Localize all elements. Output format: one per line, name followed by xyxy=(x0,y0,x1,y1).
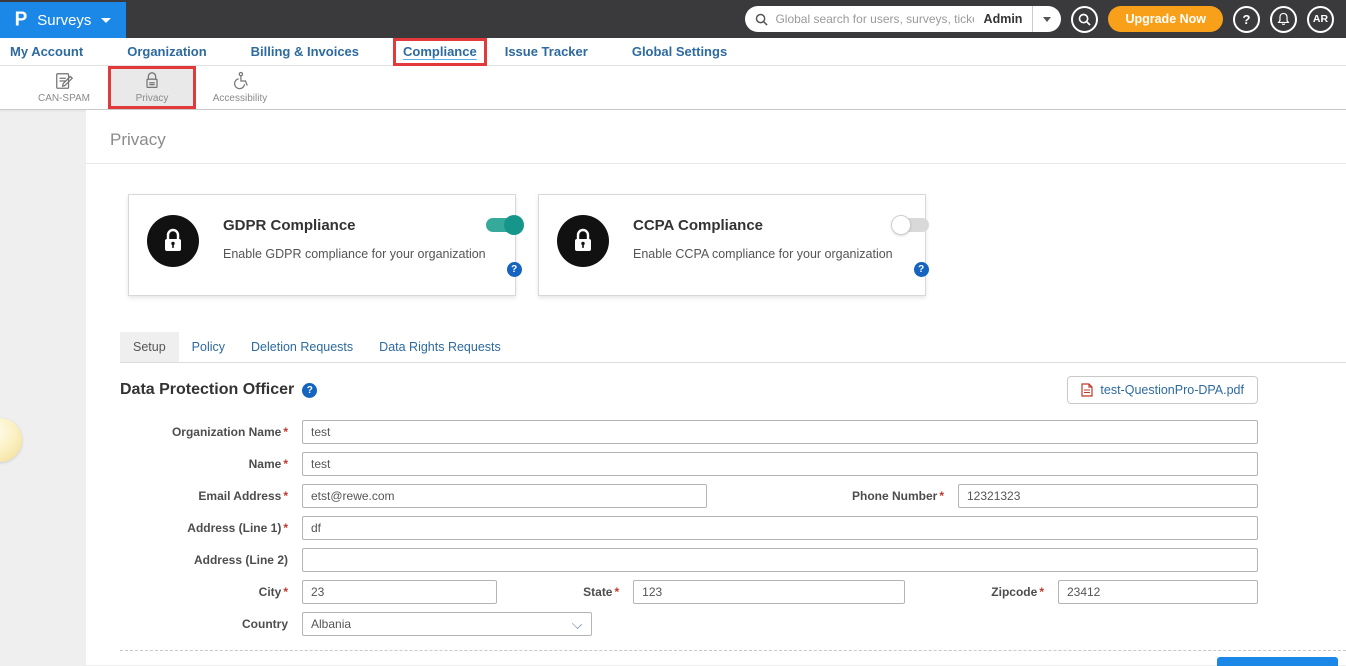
required-marker: * xyxy=(939,489,944,503)
gdpr-card-description: Enable GDPR compliance for your organiza… xyxy=(223,247,486,261)
annotation-box-compliance: Compliance xyxy=(393,38,487,66)
form-footer: Save Changes xyxy=(120,650,1346,666)
pdf-file-icon xyxy=(1081,383,1093,397)
tab-policy[interactable]: Policy xyxy=(179,332,238,362)
required-marker: * xyxy=(283,585,288,599)
search-scope-dropdown[interactable] xyxy=(1033,6,1061,32)
chevron-down-icon xyxy=(1043,17,1051,22)
question-mark-icon: ? xyxy=(1243,12,1251,27)
search-icon xyxy=(1078,13,1091,26)
toolbar-item-label: Privacy xyxy=(136,93,169,104)
privacy-tabs: Setup Policy Deletion Requests Data Righ… xyxy=(120,332,1346,363)
search-button[interactable] xyxy=(1071,6,1098,33)
required-marker: * xyxy=(1039,585,1044,599)
zipcode-field[interactable] xyxy=(1058,580,1258,604)
compliance-toolbar: CAN-SPAM Privacy Accessibility xyxy=(0,66,1346,110)
address-line2-field[interactable] xyxy=(302,548,1258,572)
toggle-knob xyxy=(891,215,911,235)
state-field[interactable] xyxy=(633,580,905,604)
address-line2-label: Address (Line 2) xyxy=(120,553,302,567)
lock-icon xyxy=(142,71,162,91)
toolbar-accessibility[interactable]: Accessibility xyxy=(196,66,284,109)
name-field[interactable] xyxy=(302,452,1258,476)
ccpa-card-description: Enable CCPA compliance for your organiza… xyxy=(633,247,893,261)
toolbar-item-label: CAN-SPAM xyxy=(38,93,90,104)
zipcode-label: Zipcode* xyxy=(991,585,1058,599)
lock-badge-icon xyxy=(557,215,609,267)
search-icon xyxy=(755,13,768,26)
city-label: City* xyxy=(120,585,302,599)
organization-name-label: Organization Name* xyxy=(120,425,302,439)
tab-deletion-requests[interactable]: Deletion Requests xyxy=(238,332,366,362)
save-changes-button[interactable]: Save Changes xyxy=(1217,657,1338,666)
required-marker: * xyxy=(283,521,288,535)
dpo-help-icon[interactable]: ? xyxy=(302,383,317,398)
address-line1-field[interactable] xyxy=(302,516,1258,540)
name-label: Name* xyxy=(120,457,302,471)
toolbar-can-spam[interactable]: CAN-SPAM xyxy=(20,66,108,109)
tab-setup[interactable]: Setup xyxy=(120,332,179,362)
organization-name-field[interactable] xyxy=(302,420,1258,444)
toolbar-privacy[interactable]: Privacy xyxy=(108,66,196,109)
dpa-attachment-button[interactable]: test-QuestionPro-DPA.pdf xyxy=(1067,376,1258,404)
top-bar: P Surveys Global search for users, surve… xyxy=(0,0,1346,38)
nav-billing-invoices[interactable]: Billing & Invoices xyxy=(251,44,359,59)
city-field[interactable] xyxy=(302,580,497,604)
address-line1-label: Address (Line 1)* xyxy=(120,521,302,535)
search-scope-label[interactable]: Admin xyxy=(974,6,1034,32)
help-button[interactable]: ? xyxy=(1233,6,1260,33)
required-marker: * xyxy=(283,457,288,471)
upgrade-now-button[interactable]: Upgrade Now xyxy=(1108,6,1223,32)
tab-data-rights-requests[interactable]: Data Rights Requests xyxy=(366,332,514,362)
ccpa-compliance-card: CCPA Compliance Enable CCPA compliance f… xyxy=(538,194,926,296)
ccpa-card-title: CCPA Compliance xyxy=(633,217,893,234)
required-marker: * xyxy=(283,425,288,439)
nav-my-account[interactable]: My Account xyxy=(10,44,83,59)
gdpr-toggle[interactable] xyxy=(486,218,522,232)
state-label: State* xyxy=(583,585,633,599)
questionpro-logo-icon: P xyxy=(15,8,28,31)
nav-issue-tracker[interactable]: Issue Tracker xyxy=(505,44,588,59)
country-label: Country xyxy=(120,617,302,631)
notifications-button[interactable] xyxy=(1270,6,1297,33)
attachment-filename: test-QuestionPro-DPA.pdf xyxy=(1100,383,1244,397)
accessibility-wheelchair-icon xyxy=(230,71,250,91)
toggle-knob xyxy=(504,215,524,235)
page-title: Privacy xyxy=(110,130,1346,150)
gdpr-card-title: GDPR Compliance xyxy=(223,217,486,234)
email-field[interactable] xyxy=(302,484,707,508)
avatar[interactable]: AR xyxy=(1307,6,1334,33)
search-placeholder[interactable]: Global search for users, surveys, ticket… xyxy=(775,12,973,26)
canspam-document-icon xyxy=(53,71,75,91)
product-name: Surveys xyxy=(37,12,91,29)
chevron-down-icon xyxy=(572,619,582,629)
product-switcher[interactable]: P Surveys xyxy=(0,2,126,38)
dpo-form: Organization Name* Name* Email Address* … xyxy=(120,420,1258,636)
section-title: Data Protection Officer xyxy=(120,381,294,399)
ccpa-toggle[interactable] xyxy=(893,218,929,232)
bell-icon xyxy=(1277,12,1290,26)
gdpr-compliance-card: GDPR Compliance Enable GDPR compliance f… xyxy=(128,194,516,296)
toolbar-item-label: Accessibility xyxy=(213,93,267,104)
avatar-initials: AR xyxy=(1313,13,1328,25)
phone-number-label: Phone Number* xyxy=(852,489,958,503)
nav-organization[interactable]: Organization xyxy=(127,44,206,59)
gdpr-help-icon[interactable]: ? xyxy=(507,262,522,277)
phone-number-field[interactable] xyxy=(958,484,1258,508)
email-address-label: Email Address* xyxy=(120,489,302,503)
chevron-down-icon xyxy=(101,18,111,23)
country-selected-value: Albania xyxy=(311,617,351,631)
feedback-widget-ball[interactable] xyxy=(0,418,22,462)
privacy-content-panel: Privacy GDPR Compliance Enable GDPR comp… xyxy=(86,110,1346,665)
required-marker: * xyxy=(614,585,619,599)
page-header: Privacy xyxy=(86,110,1346,164)
country-select[interactable]: Albania xyxy=(302,612,592,636)
global-search[interactable]: Global search for users, surveys, ticket… xyxy=(745,6,1061,32)
required-marker: * xyxy=(283,489,288,503)
ccpa-help-icon[interactable]: ? xyxy=(914,262,929,277)
nav-global-settings[interactable]: Global Settings xyxy=(632,44,727,59)
lock-badge-icon xyxy=(147,215,199,267)
account-nav: My Account Organization Billing & Invoic… xyxy=(0,38,1346,66)
nav-compliance[interactable]: Compliance xyxy=(403,44,477,59)
